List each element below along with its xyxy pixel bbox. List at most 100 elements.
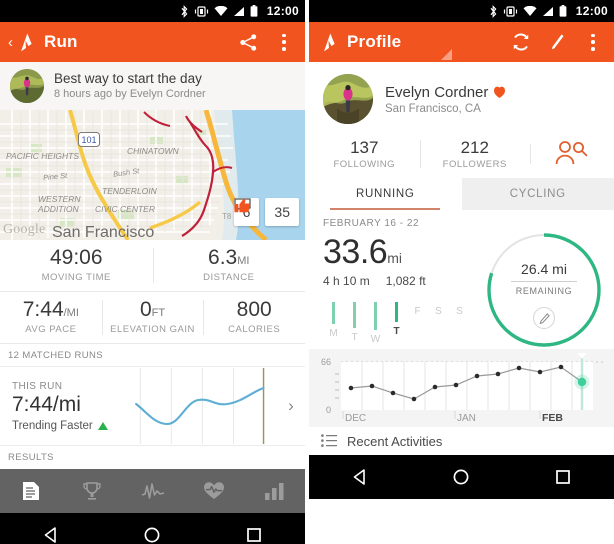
bottom-nav-challenges[interactable] bbox=[61, 481, 122, 501]
dual-phone-screenshot: 12:00 ‹ Run Best way to start the day 8 … bbox=[0, 0, 614, 544]
tab-running-label: RUNNING bbox=[355, 188, 415, 200]
vibrate-icon bbox=[194, 5, 208, 17]
nav-back-button[interactable] bbox=[28, 526, 74, 544]
left-phone-screen: 12:00 ‹ Run Best way to start the day 8 … bbox=[0, 0, 305, 544]
stat-label: CALORIES bbox=[228, 324, 281, 336]
bottom-nav-activity[interactable] bbox=[122, 482, 183, 500]
feed-icon bbox=[22, 482, 39, 501]
results-label: RESULTS bbox=[0, 446, 305, 470]
bluetooth-icon bbox=[181, 4, 188, 18]
bluetooth-icon bbox=[490, 4, 497, 18]
matched-runs-card[interactable]: THIS RUN 7:44/mi Trending Faster › bbox=[0, 366, 305, 447]
like-count: 35 bbox=[274, 204, 290, 220]
nav-home-button[interactable] bbox=[129, 526, 175, 544]
bar-col: F bbox=[407, 302, 428, 345]
activity-map[interactable]: 101 PACIFIC HEIGHTS CHINATOWN Pine St Bu… bbox=[0, 110, 305, 240]
svg-text:DEC: DEC bbox=[345, 413, 366, 424]
matched-kicker: THIS RUN bbox=[12, 380, 63, 392]
stat-value: 0 bbox=[139, 298, 152, 322]
avatar[interactable] bbox=[10, 69, 44, 103]
day-label: M bbox=[329, 328, 338, 339]
android-nav-bar-right bbox=[309, 455, 614, 499]
bottom-nav-bar bbox=[0, 469, 305, 514]
find-friends-icon bbox=[555, 141, 588, 165]
bottom-nav-stats[interactable] bbox=[244, 482, 305, 501]
nav-home-button[interactable] bbox=[438, 468, 484, 486]
tab-cycling-label: CYCLING bbox=[509, 188, 566, 200]
activity-subtitle: 8 hours ago by Evelyn Cordner bbox=[54, 88, 206, 101]
matched-runs-chevron-icon[interactable]: › bbox=[277, 396, 305, 416]
battery-icon bbox=[250, 5, 258, 17]
weekly-bar-chart: M T W T F S S bbox=[323, 302, 483, 345]
bottom-nav-heartrate[interactable] bbox=[183, 481, 244, 501]
bar-col: T bbox=[344, 302, 365, 345]
trophy-icon bbox=[82, 482, 101, 500]
svg-text:JAN: JAN bbox=[457, 413, 476, 424]
goal-remaining-value: 26.4 mi bbox=[521, 261, 567, 277]
sync-refresh-icon[interactable] bbox=[510, 31, 532, 53]
app-bar-brand[interactable]: ‹ Run bbox=[8, 32, 78, 53]
app-bar-title: Run bbox=[44, 32, 78, 51]
stat-distance: 6.3MI DISTANCE bbox=[152, 240, 306, 291]
week-range-label: FEBRUARY 16 - 22 bbox=[323, 218, 420, 229]
vibrate-icon bbox=[503, 5, 517, 17]
goal-remaining-label: REMAINING bbox=[515, 286, 573, 296]
bottom-nav-feed[interactable] bbox=[0, 481, 61, 501]
battery-icon bbox=[559, 5, 567, 17]
goal-progress-ring[interactable]: 26.4 mi REMAINING bbox=[485, 231, 603, 349]
matched-trend-label: Trending Faster bbox=[12, 419, 93, 432]
day-label: S bbox=[435, 306, 442, 317]
stat-label: AVG PACE bbox=[25, 324, 77, 336]
premium-shield-icon bbox=[494, 86, 506, 98]
pencil-edit-icon[interactable] bbox=[546, 31, 568, 53]
stat-label: DISTANCE bbox=[203, 272, 255, 284]
activity-title: Best way to start the day bbox=[54, 70, 202, 86]
nav-back-button[interactable] bbox=[337, 468, 383, 486]
trending-up-icon bbox=[97, 421, 108, 430]
stats-secondary-row: 7:44/MI AVG PACE 0FT ELEVATION GAIN 800 … bbox=[0, 292, 305, 345]
tab-cycling[interactable]: CYCLING bbox=[462, 178, 614, 210]
app-bar-brand[interactable]: Profile bbox=[317, 32, 401, 53]
stat-value: 800 bbox=[236, 298, 272, 322]
activity-card-header[interactable]: Best way to start the day 8 hours ago by… bbox=[0, 62, 305, 110]
day-label: S bbox=[456, 306, 463, 317]
overflow-menu-icon[interactable] bbox=[273, 31, 295, 53]
week-distance-unit: mi bbox=[387, 250, 402, 266]
activity-pulse-icon bbox=[141, 483, 164, 499]
tab-running[interactable]: RUNNING bbox=[309, 178, 462, 210]
profile-header[interactable]: Evelyn Cordner San Francisco, CA bbox=[309, 62, 614, 132]
stat-unit: FT bbox=[151, 307, 166, 320]
like-badge[interactable]: 35 bbox=[234, 198, 299, 226]
recent-activities-row[interactable]: Recent Activities bbox=[309, 427, 614, 455]
stat-value: 7:44 bbox=[22, 298, 64, 322]
stat-elevation-gain: 0FT ELEVATION GAIN bbox=[101, 292, 204, 343]
corner-triangle-icon bbox=[441, 49, 452, 60]
back-chevron-icon[interactable]: ‹ bbox=[8, 35, 13, 50]
week-distance-value: 33.6 bbox=[323, 233, 388, 271]
goal-edit-button[interactable] bbox=[533, 307, 555, 329]
app-bar-right: Profile bbox=[309, 22, 614, 62]
following-stat[interactable]: 137 FOLLOWING bbox=[309, 136, 420, 170]
overflow-menu-icon[interactable] bbox=[582, 31, 604, 53]
day-label: F bbox=[414, 306, 421, 317]
signal-icon bbox=[233, 6, 244, 16]
status-bar-left: 12:00 bbox=[0, 0, 305, 22]
following-label: FOLLOWING bbox=[333, 159, 395, 170]
nav-recents-button[interactable] bbox=[540, 468, 586, 486]
share-icon[interactable] bbox=[237, 31, 259, 53]
app-bar-left: ‹ Run bbox=[0, 22, 305, 62]
stat-label: MOVING TIME bbox=[41, 272, 111, 284]
monthly-trend-chart[interactable]: 66 0 DEC JAN FEB bbox=[309, 349, 614, 427]
app-bar-title: Profile bbox=[347, 32, 402, 51]
find-friends-button[interactable] bbox=[530, 140, 614, 166]
bar-col: S bbox=[449, 302, 470, 345]
matched-runs-label: 12 MATCHED RUNS bbox=[0, 344, 305, 367]
bar-col: S bbox=[428, 302, 449, 345]
nav-recents-button[interactable] bbox=[231, 526, 277, 544]
stats-primary-row: 49:06 MOVING TIME 6.3MI DISTANCE bbox=[0, 240, 306, 293]
signal-icon bbox=[542, 6, 553, 16]
stat-avg-pace: 7:44/MI AVG PACE bbox=[0, 292, 102, 343]
followers-stat[interactable]: 212 FOLLOWERS bbox=[419, 136, 531, 170]
bar-col: T bbox=[386, 302, 407, 345]
avatar[interactable] bbox=[323, 74, 373, 124]
